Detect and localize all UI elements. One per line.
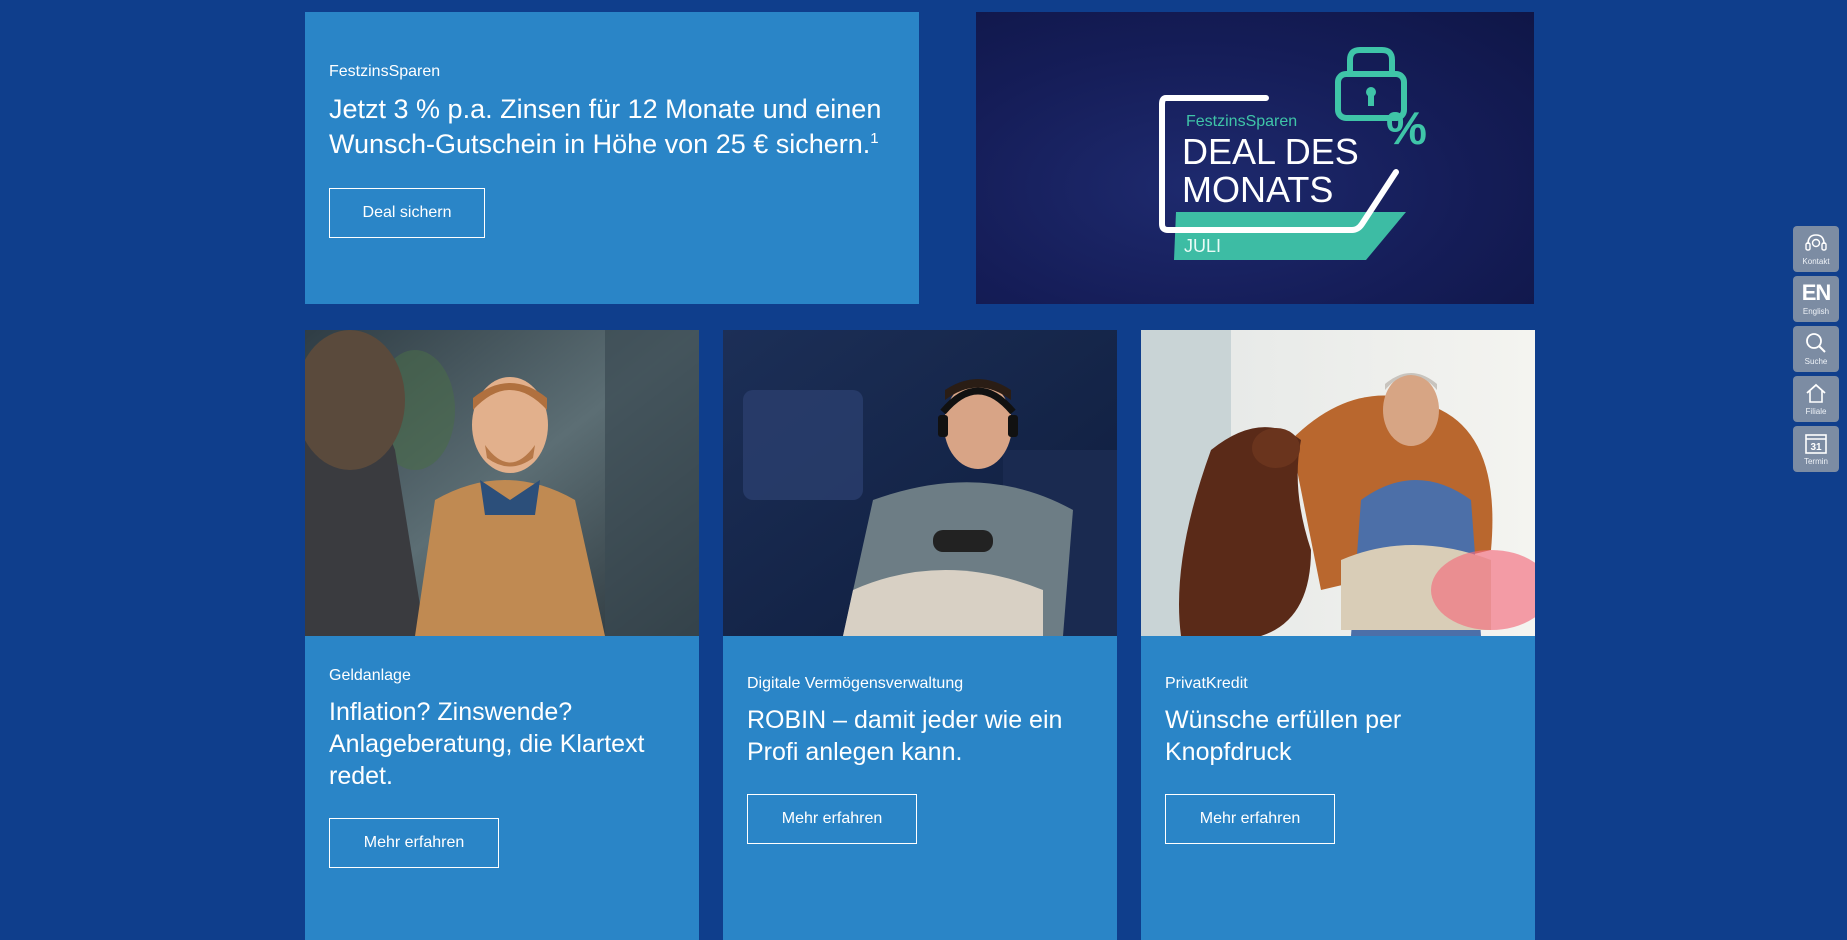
rail-label: Filiale [1805,407,1827,416]
page: FestzinsSparen Jetzt 3 % p.a. Zinsen für… [0,0,1847,940]
deal-sichern-button[interactable]: Deal sichern [329,188,485,238]
deal-badge-graphic: % FestzinsSparen DEAL DES MONATS JULI [1159,47,1427,260]
teaser-image-man-with-dog[interactable] [1141,330,1535,636]
teaser-eyebrow: Digitale Vermögensverwaltung [747,675,964,692]
hero-footnote[interactable]: 1 [870,130,878,147]
deal-badge-brand: FestzinsSparen [1186,113,1297,130]
quick-access-rail: Kontakt EN English Suche Filiale 31 Term… [1793,226,1839,472]
teaser-headline: Wünsche erfüllen per Knopfdruck [1165,706,1402,766]
teaser-geldanlage: Geldanlage Inflation? Zinswende? Anlageb… [305,330,699,940]
deal-des-monats-image[interactable]: % FestzinsSparen DEAL DES MONATS JULI [976,12,1534,304]
teaser-image-advisor[interactable] [305,330,699,636]
rail-kontakt[interactable]: Kontakt [1793,226,1839,272]
headset-icon [1803,231,1829,255]
search-icon [1803,331,1829,355]
deal-badge-month: JULI [1184,236,1221,256]
rail-filiale[interactable]: Filiale [1793,376,1839,422]
teaser-robin: Digitale Vermögensverwaltung ROBIN – dam… [723,330,1117,940]
hero-eyebrow: FestzinsSparen [329,63,441,80]
deal-badge-percent: % [1386,102,1427,154]
rail-label: Termin [1803,457,1828,466]
rail-label: Suche [1804,357,1828,366]
teaser-eyebrow: PrivatKredit [1165,675,1248,692]
man-dog-photo-illustration [1141,330,1535,636]
gamer-photo-illustration [723,330,1117,636]
deal-badge-line2: MONATS [1182,169,1333,210]
teaser-eyebrow: Geldanlage [329,667,411,684]
teaser-body: Geldanlage Inflation? Zinswende? Anlageb… [305,636,699,868]
teaser-headline: Inflation? Zinswende? Anlageberatung, di… [329,698,645,790]
rail-termin[interactable]: 31 Termin [1793,426,1839,472]
teaser-body: Digitale Vermögensverwaltung ROBIN – dam… [723,636,1117,844]
rail-label: English [1802,307,1830,316]
deal-badge-line1: DEAL DES [1182,131,1359,172]
home-icon [1803,381,1829,405]
language-en-icon: EN [1801,280,1832,305]
mehr-erfahren-button[interactable]: Mehr erfahren [747,794,917,844]
hero-headline-text: Jetzt 3 % p.a. Zinsen für 12 Monate und … [329,94,882,159]
rail-english[interactable]: EN English [1793,276,1839,322]
teaser-image-gamer[interactable] [723,330,1117,636]
hero-card: FestzinsSparen Jetzt 3 % p.a. Zinsen für… [305,12,919,304]
advisor-photo-illustration [305,330,699,636]
calendar-day: 31 [1810,442,1822,453]
teaser-privatkredit: PrivatKredit Wünsche erfüllen per Knopfd… [1141,330,1535,940]
hero-headline: Jetzt 3 % p.a. Zinsen für 12 Monate und … [329,92,895,162]
mehr-erfahren-button[interactable]: Mehr erfahren [1165,794,1335,844]
calendar-icon: 31 [1803,431,1829,455]
rail-suche[interactable]: Suche [1793,326,1839,372]
rail-label: Kontakt [1802,257,1830,266]
teaser-body: PrivatKredit Wünsche erfüllen per Knopfd… [1141,636,1535,844]
teaser-headline: ROBIN – damit jeder wie ein Profi anlege… [747,706,1063,766]
mehr-erfahren-button[interactable]: Mehr erfahren [329,818,499,868]
